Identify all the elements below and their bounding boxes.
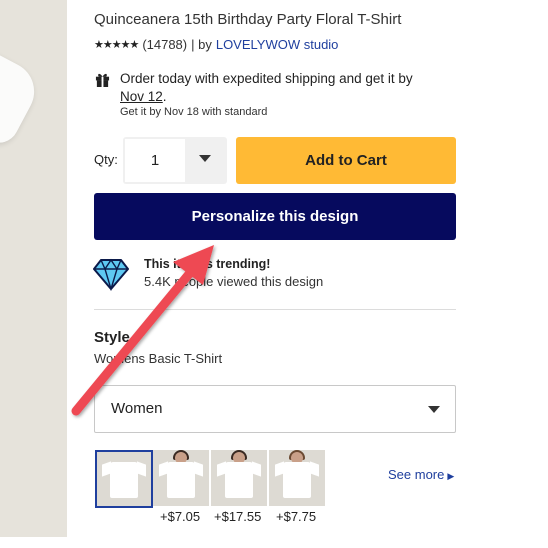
style-thumbnail[interactable] (95, 450, 153, 508)
diamond-icon (93, 258, 129, 291)
qty-label: Qty: (94, 152, 118, 167)
tshirt-image (225, 462, 253, 498)
thumbnail-price: +$7.75 (276, 509, 317, 524)
personalize-button[interactable]: Personalize this design (94, 193, 456, 240)
tshirt-image (167, 462, 195, 498)
review-count[interactable]: (14788) (142, 37, 187, 52)
shipping-period: . (162, 89, 167, 104)
add-to-cart-button[interactable]: Add to Cart (236, 137, 456, 184)
see-more-label[interactable]: See more (388, 467, 444, 482)
shipping-date-link[interactable]: Nov 12 (120, 89, 163, 104)
outer-margin (0, 537, 548, 548)
rating-stars-icon: ★★★★★ (94, 39, 139, 51)
style-thumbnail[interactable] (153, 450, 209, 506)
seller-link[interactable]: LOVELYWOW studio (216, 37, 339, 52)
see-more-link[interactable]: See more ▶ (388, 467, 454, 482)
product-image-shirt (0, 46, 45, 150)
by-text: | by (191, 37, 212, 52)
trending-title: This item is trending! (144, 257, 271, 271)
tshirt-image (283, 462, 311, 498)
thumbnail-price: +$17.55 (214, 509, 262, 524)
outer-margin (536, 0, 548, 548)
shipping-date-line: Nov 12. (120, 89, 167, 104)
trending-views: 5.4K people viewed this design (144, 274, 324, 289)
quantity-value[interactable]: 1 (125, 139, 185, 182)
style-dropdown-value[interactable]: Women (111, 400, 162, 417)
quantity-select[interactable]: 1 (123, 137, 227, 184)
chevron-down-icon[interactable] (199, 155, 211, 162)
product-image-area (0, 0, 67, 548)
style-thumbnail[interactable] (211, 450, 267, 506)
tshirt-image (110, 462, 138, 498)
style-heading: Style (94, 329, 130, 346)
chevron-down-icon[interactable] (428, 406, 440, 413)
shipping-line: Order today with expedited shipping and … (120, 71, 413, 86)
gift-icon (95, 73, 110, 87)
thumbnail-price: +$7.05 (160, 509, 201, 524)
style-dropdown[interactable]: Women (94, 385, 456, 433)
product-title: Quinceanera 15th Birthday Party Floral T… (94, 11, 402, 28)
section-divider (94, 309, 456, 310)
standard-shipping: Get it by Nov 18 with standard (120, 106, 268, 118)
style-value: Womens Basic T-Shirt (94, 351, 223, 366)
chevron-right-icon[interactable]: ▶ (447, 471, 454, 481)
style-thumbnail[interactable] (269, 450, 325, 506)
rating-row: ★★★★★ (14788) | by LOVELYWOW studio (94, 37, 338, 52)
